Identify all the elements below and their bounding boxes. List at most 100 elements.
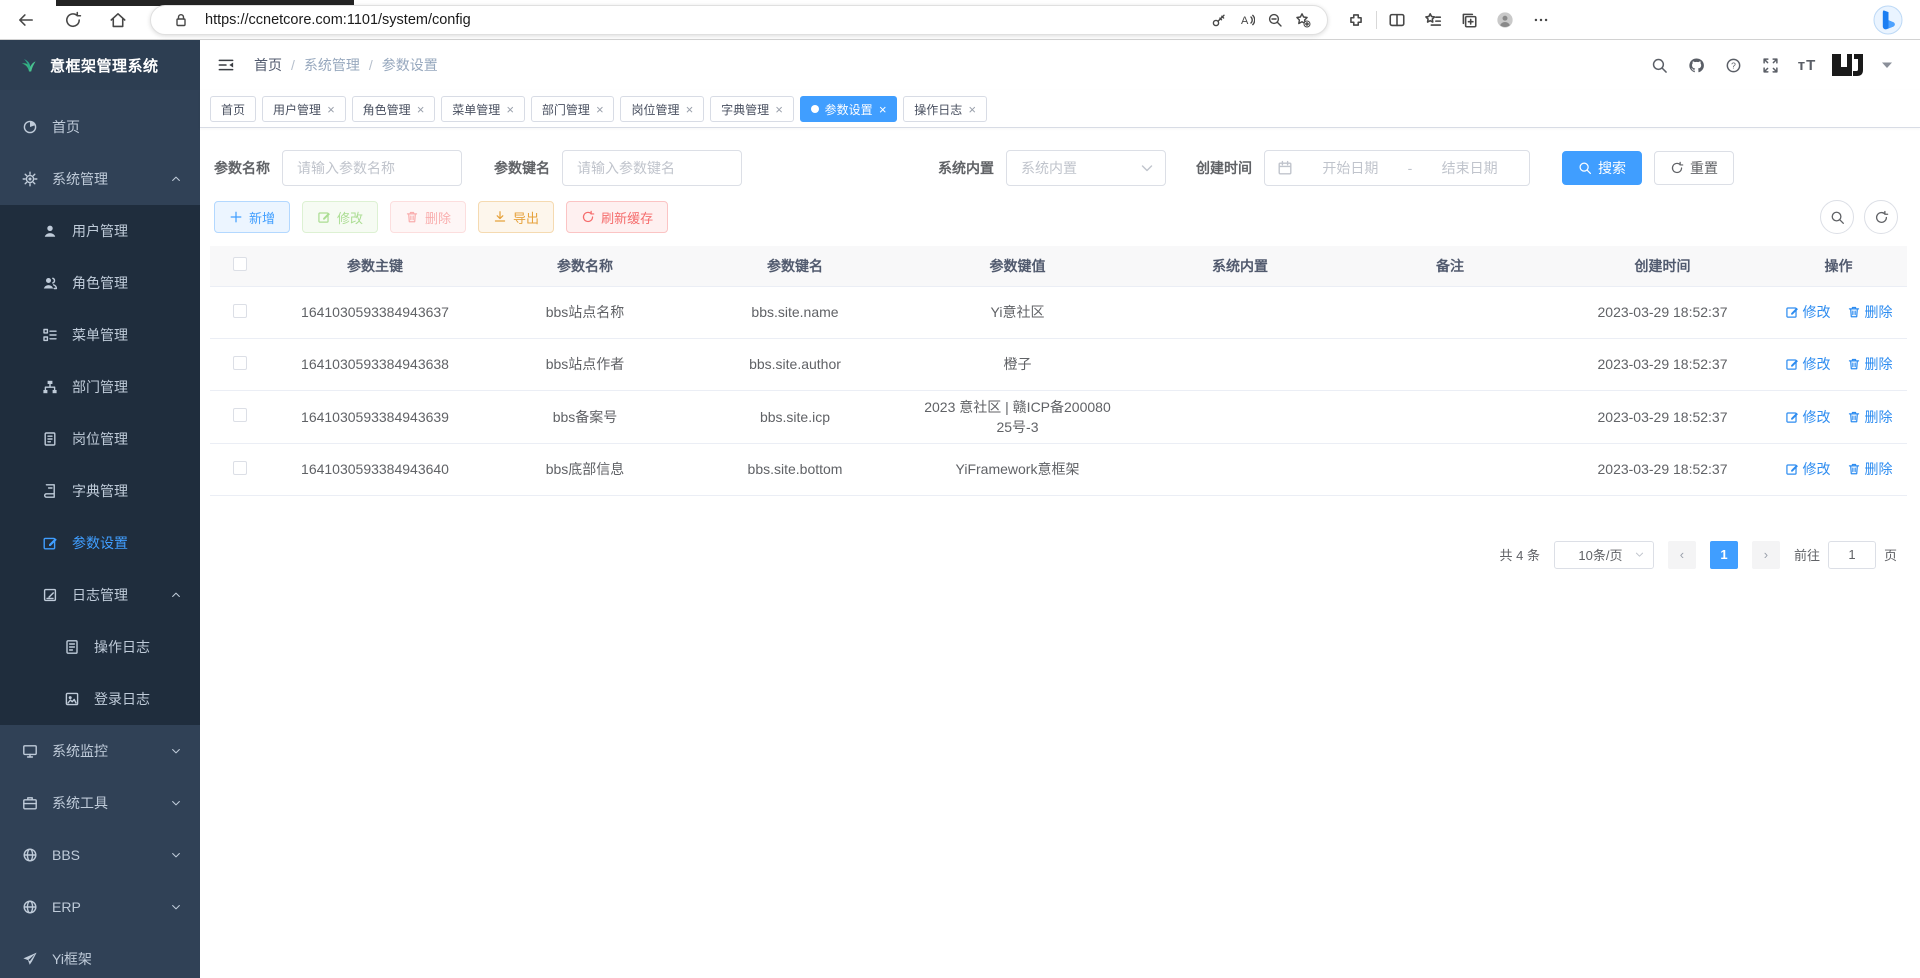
tab-用户管理[interactable]: 用户管理×: [262, 96, 346, 122]
sidebar-item-日志管理[interactable]: 日志管理: [0, 569, 200, 621]
favorites-icon[interactable]: [1415, 3, 1451, 37]
github-icon[interactable]: [1682, 51, 1710, 79]
search-button[interactable]: 搜索: [1562, 151, 1642, 185]
row-delete-link[interactable]: 删除: [1847, 407, 1893, 427]
refresh-cache-button[interactable]: 刷新缓存: [566, 201, 668, 233]
row-checkbox[interactable]: [233, 408, 247, 422]
sidebar-item-参数设置[interactable]: 参数设置: [0, 517, 200, 569]
close-icon[interactable]: ×: [685, 103, 693, 116]
page-size-select[interactable]: 10条/页: [1554, 541, 1654, 569]
url-text[interactable]: https://ccnetcore.com:1101/system/config: [205, 12, 471, 28]
param-key-input[interactable]: [562, 150, 742, 186]
row-edit-link[interactable]: 修改: [1785, 459, 1831, 479]
param-name-input[interactable]: [282, 150, 462, 186]
extensions-icon[interactable]: [1338, 3, 1374, 37]
app-logo: 意框架管理系统: [0, 40, 200, 90]
zoom-out-icon[interactable]: [1261, 12, 1289, 28]
sidebar-item-操作日志[interactable]: 操作日志: [0, 621, 200, 673]
reload-icon[interactable]: [56, 3, 90, 37]
more-icon[interactable]: [1523, 3, 1559, 37]
sidebar-item-字典管理[interactable]: 字典管理: [0, 465, 200, 517]
tab-字典管理[interactable]: 字典管理×: [710, 96, 794, 122]
help-icon[interactable]: ?: [1719, 51, 1747, 79]
read-aloud-icon[interactable]: A: [1233, 12, 1261, 28]
reset-button[interactable]: 重置: [1654, 151, 1734, 185]
row-delete-link[interactable]: 删除: [1847, 354, 1893, 374]
row-edit-link[interactable]: 修改: [1785, 354, 1831, 374]
profile-avatar[interactable]: [1487, 3, 1523, 37]
row-delete-link[interactable]: 删除: [1847, 459, 1893, 479]
home-icon[interactable]: [101, 3, 135, 37]
export-button[interactable]: 导出: [478, 201, 554, 233]
edit-button[interactable]: 修改: [302, 201, 378, 233]
sidebar-item-登录日志[interactable]: 登录日志: [0, 673, 200, 725]
sidebar-item-BBS[interactable]: BBS: [0, 829, 200, 881]
sidebar-item-角色管理[interactable]: 角色管理: [0, 257, 200, 309]
goto-page-input[interactable]: [1828, 541, 1876, 569]
tab-菜单管理[interactable]: 菜单管理×: [441, 96, 525, 122]
sidebar-item-系统管理[interactable]: 系统管理: [0, 153, 200, 205]
sidebar-item-系统工具[interactable]: 系统工具: [0, 777, 200, 829]
tab-参数设置[interactable]: 参数设置×: [800, 96, 898, 122]
close-icon[interactable]: ×: [596, 103, 604, 116]
sidebar-item-首页[interactable]: 首页: [0, 101, 200, 153]
date-range-picker[interactable]: 开始日期 - 结束日期: [1264, 150, 1530, 186]
close-icon[interactable]: ×: [506, 103, 514, 116]
sidebar-item-岗位管理[interactable]: 岗位管理: [0, 413, 200, 465]
sidebar-item-ERP[interactable]: ERP: [0, 881, 200, 933]
select-all-checkbox[interactable]: [233, 257, 247, 271]
sidebar-item-label: 系统监控: [52, 741, 156, 761]
breadcrumb-item[interactable]: 首页: [254, 55, 282, 75]
log-icon: [42, 587, 58, 603]
dashboard-icon: [22, 119, 38, 135]
row-edit-link[interactable]: 修改: [1785, 302, 1831, 322]
caret-down-icon[interactable]: [1879, 57, 1895, 73]
fullscreen-icon[interactable]: [1756, 51, 1784, 79]
brand-logo[interactable]: [1830, 52, 1870, 78]
op-label: 删除: [1865, 354, 1893, 374]
close-icon[interactable]: ×: [417, 103, 425, 116]
next-page-button[interactable]: ›: [1752, 541, 1780, 569]
row-checkbox[interactable]: [233, 461, 247, 475]
sidebar-item-用户管理[interactable]: 用户管理: [0, 205, 200, 257]
sidebar-item-部门管理[interactable]: 部门管理: [0, 361, 200, 413]
address-bar[interactable]: https://ccnetcore.com:1101/system/config…: [150, 5, 1328, 35]
prev-page-button[interactable]: ‹: [1668, 541, 1696, 569]
breadcrumb-item[interactable]: 系统管理: [304, 55, 360, 75]
row-edit-link[interactable]: 修改: [1785, 407, 1831, 427]
row-checkbox[interactable]: [233, 356, 247, 370]
page-number-1[interactable]: 1: [1710, 541, 1738, 569]
show-search-button[interactable]: [1820, 200, 1854, 234]
builtin-select[interactable]: 系统内置: [1006, 150, 1166, 186]
refresh-table-button[interactable]: [1864, 200, 1898, 234]
split-screen-icon[interactable]: [1379, 3, 1415, 37]
add-button[interactable]: 新增: [214, 201, 290, 233]
sidebar-item-Yi框架[interactable]: Yi框架: [0, 933, 200, 978]
start-date-placeholder[interactable]: 开始日期: [1303, 158, 1398, 178]
close-icon[interactable]: ×: [968, 103, 976, 116]
tab-部门管理[interactable]: 部门管理×: [531, 96, 615, 122]
row-delete-link[interactable]: 删除: [1847, 302, 1893, 322]
font-size-icon[interactable]: тT: [1793, 51, 1821, 79]
sidebar-item-系统监控[interactable]: 系统监控: [0, 725, 200, 777]
trash-icon: [1847, 462, 1861, 476]
favorite-add-icon[interactable]: [1289, 12, 1317, 28]
row-checkbox[interactable]: [233, 304, 247, 318]
tab-岗位管理[interactable]: 岗位管理×: [620, 96, 704, 122]
tab-首页[interactable]: 首页: [210, 96, 256, 122]
collections-icon[interactable]: [1451, 3, 1487, 37]
delete-button[interactable]: 删除: [390, 201, 466, 233]
close-icon[interactable]: ×: [327, 103, 335, 116]
tab-角色管理[interactable]: 角色管理×: [352, 96, 436, 122]
copilot-icon[interactable]: [1872, 4, 1904, 36]
sidebar-collapse-icon[interactable]: [216, 57, 236, 73]
sidebar-item-菜单管理[interactable]: 菜单管理: [0, 309, 200, 361]
back-icon[interactable]: [9, 3, 43, 37]
search-icon[interactable]: [1645, 51, 1673, 79]
tab-操作日志[interactable]: 操作日志×: [903, 96, 987, 122]
end-date-placeholder[interactable]: 结束日期: [1422, 158, 1517, 178]
key-icon[interactable]: [1205, 12, 1233, 28]
close-icon[interactable]: ×: [879, 103, 887, 116]
close-icon[interactable]: ×: [775, 103, 783, 116]
active-tab-dot: [811, 105, 819, 113]
